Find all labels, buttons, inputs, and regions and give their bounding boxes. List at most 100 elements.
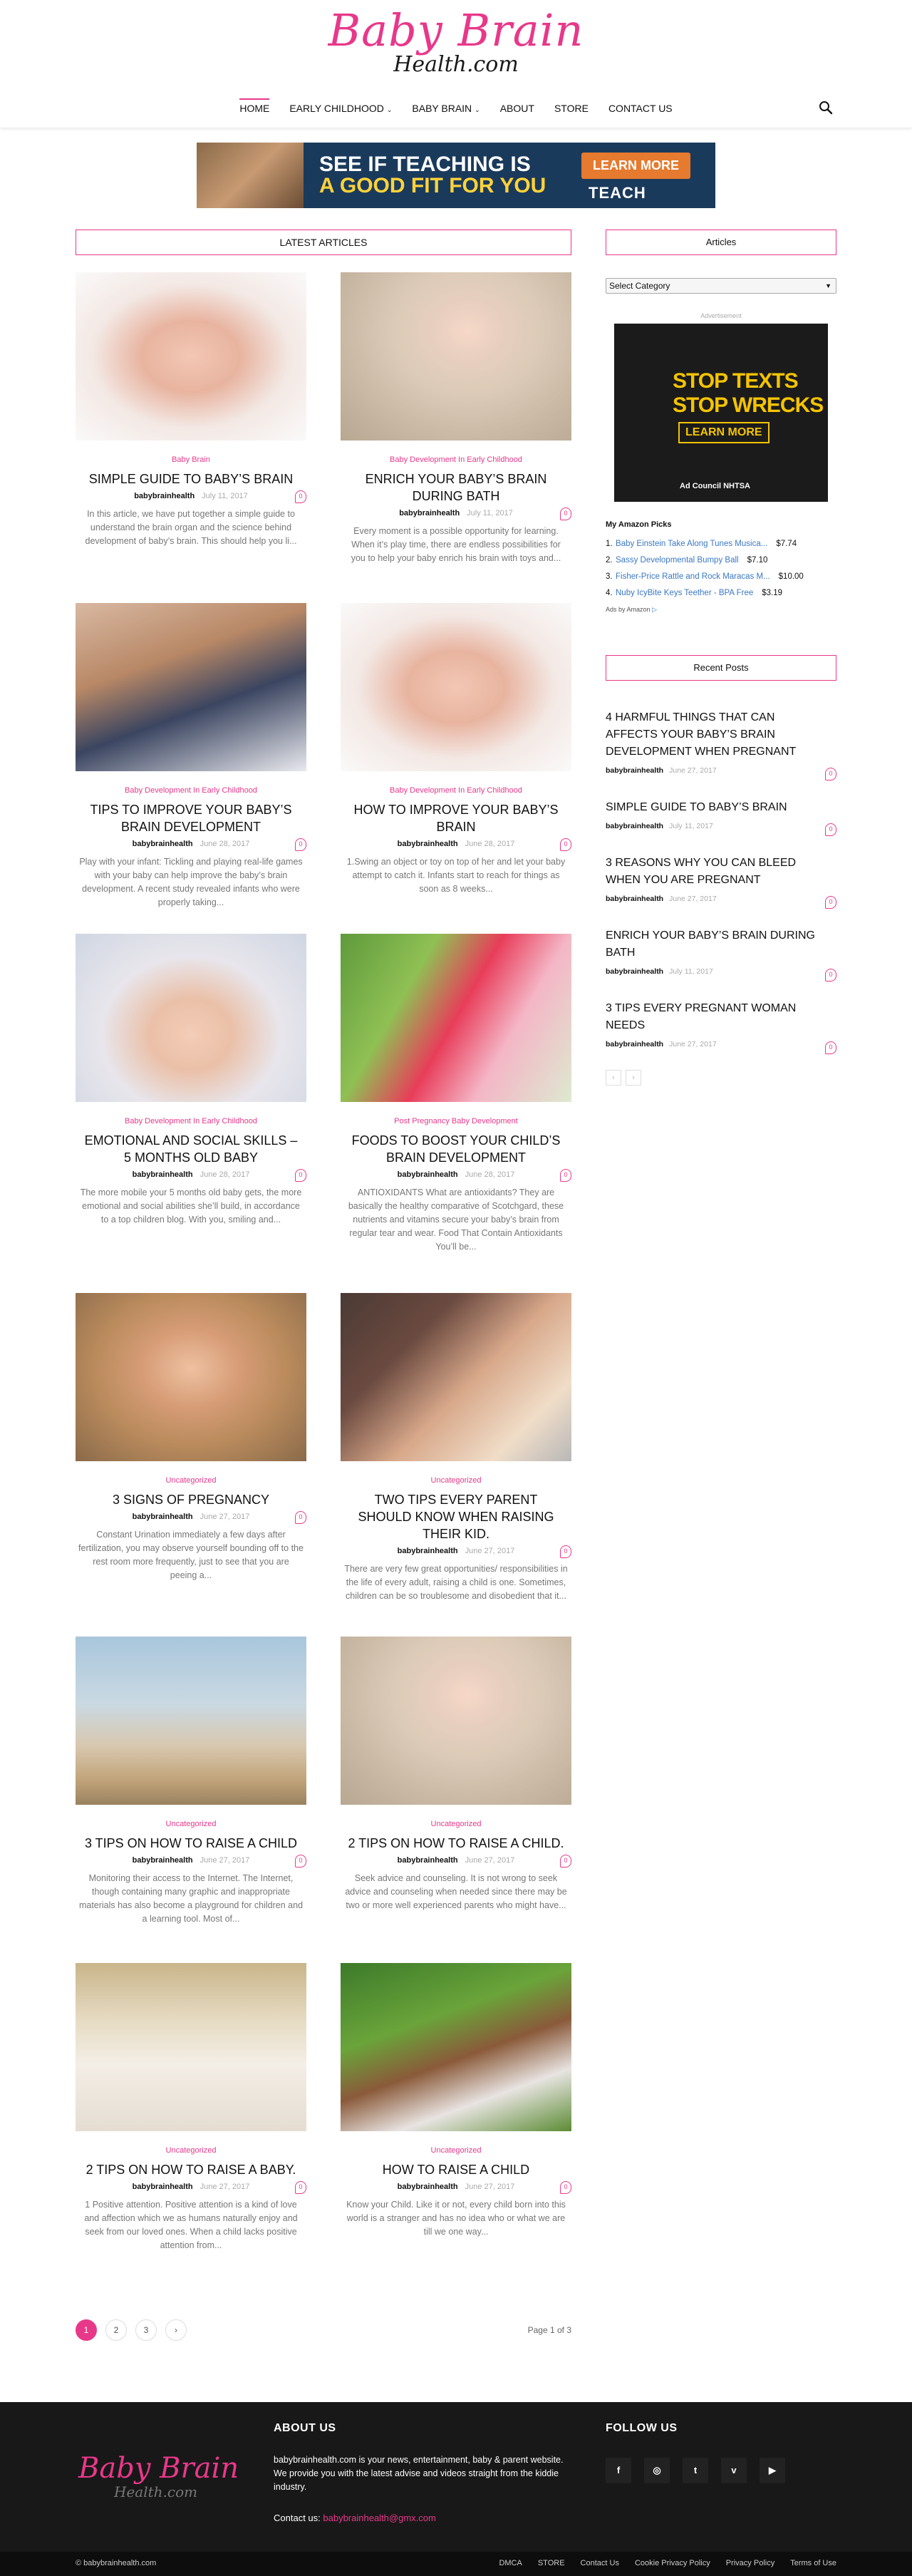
article-card[interactable]: Uncategorized 3 TIPS ON HOW TO RAISE A CH…: [76, 1637, 306, 1926]
footer-logo[interactable]: Baby Brain Health.com: [78, 2452, 239, 2499]
recent-post-author[interactable]: babybrainhealth: [606, 822, 663, 830]
article-title[interactable]: 2 TIPS ON HOW TO RAISE A BABY.: [76, 2161, 306, 2178]
article-thumbnail[interactable]: [76, 272, 306, 441]
article-category[interactable]: Uncategorized: [76, 2145, 306, 2155]
amazon-pick-item[interactable]: 4. Nuby IcyBite Keys Teether - BPA Free $3…: [606, 585, 836, 602]
article-card[interactable]: Uncategorized 3 SIGNS OF PREGNANCY babybra…: [76, 1293, 306, 1582]
footer-link-store[interactable]: STORE: [538, 2559, 565, 2567]
footer-link-contact[interactable]: Contact Us: [581, 2559, 619, 2567]
article-thumbnail[interactable]: [76, 1637, 306, 1805]
category-select[interactable]: Select Category ▼: [606, 278, 836, 294]
article-title[interactable]: ENRICH YOUR BABY’S BRAIN DURING BATH: [341, 470, 571, 505]
article-author[interactable]: babybrainhealth: [133, 1170, 193, 1179]
article-thumbnail[interactable]: [341, 603, 571, 771]
comment-count-icon[interactable]: 0: [295, 1511, 306, 1524]
ads-by-amazon[interactable]: Ads by Amazon ▷: [606, 606, 836, 614]
next-page-button[interactable]: ›: [165, 2319, 187, 2341]
article-thumbnail[interactable]: [76, 1963, 306, 2131]
article-category[interactable]: Baby Development In Early Childhood: [341, 455, 571, 465]
article-thumbnail[interactable]: [76, 934, 306, 1102]
comment-count-icon[interactable]: 0: [825, 896, 836, 909]
page-2-button[interactable]: 2: [105, 2319, 127, 2341]
comment-count-icon[interactable]: 0: [295, 490, 306, 503]
article-author[interactable]: babybrainhealth: [398, 2183, 458, 2191]
footer-link-terms[interactable]: Terms of Use: [790, 2559, 836, 2567]
article-card[interactable]: Post Pregnancy Baby Development FOODS TO …: [341, 934, 571, 1254]
facebook-icon[interactable]: f: [606, 2458, 631, 2483]
recent-next-button[interactable]: ›: [626, 1070, 641, 1086]
amazon-pick-link[interactable]: Sassy Developmental Bumpy Ball: [616, 552, 739, 569]
contact-email-link[interactable]: babybrainhealth@gmx.com: [323, 2513, 435, 2523]
article-category[interactable]: Uncategorized: [341, 2145, 571, 2155]
article-thumbnail[interactable]: [341, 934, 571, 1102]
amazon-pick-link[interactable]: Baby Einstein Take Along Tunes Musica...: [616, 536, 767, 552]
article-title[interactable]: HOW TO IMPROVE YOUR BABY’S BRAIN: [341, 801, 571, 835]
amazon-pick-item[interactable]: 2. Sassy Developmental Bumpy Ball $7.10: [606, 552, 836, 569]
article-card[interactable]: Baby Brain SIMPLE GUIDE TO BABY’S BRAIN ba…: [76, 272, 306, 548]
article-category[interactable]: Uncategorized: [76, 1819, 306, 1829]
nav-store[interactable]: STORE: [544, 98, 598, 123]
banner-ad-cta-button[interactable]: LEARN MORE: [581, 153, 690, 179]
comment-count-icon[interactable]: 0: [825, 969, 836, 982]
recent-post-title[interactable]: SIMPLE GUIDE TO BABY’S BRAIN: [606, 799, 819, 816]
article-author[interactable]: babybrainhealth: [398, 840, 458, 848]
article-thumbnail[interactable]: [76, 1293, 306, 1461]
banner-ad[interactable]: SEE IF TEACHING IS A GOOD FIT FOR YOU LE…: [197, 143, 715, 208]
sidebar-ad[interactable]: STOP TEXTS STOP WRECKS LEARN MORE Ad Cou…: [614, 324, 828, 502]
article-category[interactable]: Uncategorized: [341, 1475, 571, 1485]
vimeo-icon[interactable]: v: [721, 2458, 747, 2483]
comment-count-icon[interactable]: 0: [560, 838, 571, 851]
recent-post-title[interactable]: ENRICH YOUR BABY’S BRAIN DURING BATH: [606, 927, 819, 962]
article-author[interactable]: babybrainhealth: [398, 1547, 458, 1555]
comment-count-icon[interactable]: 0: [295, 838, 306, 851]
recent-post-author[interactable]: babybrainhealth: [606, 967, 663, 976]
twitter-icon[interactable]: t: [683, 2458, 708, 2483]
article-category[interactable]: Uncategorized: [341, 1819, 571, 1829]
article-thumbnail[interactable]: [341, 1293, 571, 1461]
article-thumbnail[interactable]: [76, 603, 306, 771]
nav-contact-us[interactable]: CONTACT US: [598, 98, 683, 123]
youtube-icon[interactable]: ▶: [760, 2458, 785, 2483]
amazon-pick-item[interactable]: 3. Fisher-Price Rattle and Rock Maracas M…: [606, 569, 836, 585]
comment-count-icon[interactable]: 0: [560, 2181, 571, 2194]
article-card[interactable]: Baby Development In Early Childhood TIPS …: [76, 603, 306, 910]
article-author[interactable]: babybrainhealth: [398, 1856, 458, 1865]
amazon-pick-link[interactable]: Nuby IcyBite Keys Teether - BPA Free: [616, 585, 753, 602]
nav-baby-brain[interactable]: BABY BRAIN ⌄: [402, 98, 489, 123]
comment-count-icon[interactable]: 0: [825, 1041, 836, 1054]
nav-home[interactable]: HOME: [229, 98, 279, 123]
article-author[interactable]: babybrainhealth: [133, 1513, 193, 1521]
article-author[interactable]: babybrainhealth: [134, 492, 195, 500]
site-logo[interactable]: Baby Brain Health.com: [0, 6, 912, 76]
article-category[interactable]: Post Pregnancy Baby Development: [341, 1116, 571, 1126]
article-title[interactable]: SIMPLE GUIDE TO BABY’S BRAIN: [76, 470, 306, 488]
article-author[interactable]: babybrainhealth: [133, 840, 193, 848]
nav-about[interactable]: ABOUT: [490, 98, 544, 123]
comment-count-icon[interactable]: 0: [825, 768, 836, 780]
footer-link-cookie-policy[interactable]: Cookie Privacy Policy: [635, 2559, 710, 2567]
article-title[interactable]: FOODS TO BOOST YOUR CHILD’S BRAIN DEVELO…: [341, 1132, 571, 1166]
footer-link-dmca[interactable]: DMCA: [499, 2559, 522, 2567]
comment-count-icon[interactable]: 0: [560, 1545, 571, 1558]
nav-early-childhood[interactable]: EARLY CHILDHOOD ⌄: [279, 98, 402, 123]
article-thumbnail[interactable]: [341, 272, 571, 441]
comment-count-icon[interactable]: 0: [295, 2181, 306, 2194]
sidebar-ad-cta-button[interactable]: LEARN MORE: [678, 422, 770, 443]
footer-link-privacy-policy[interactable]: Privacy Policy: [726, 2559, 774, 2567]
article-category[interactable]: Baby Development In Early Childhood: [76, 1116, 306, 1126]
comment-count-icon[interactable]: 0: [560, 1169, 571, 1182]
comment-count-icon[interactable]: 0: [295, 1169, 306, 1182]
article-category[interactable]: Uncategorized: [76, 1475, 306, 1485]
search-icon[interactable]: [818, 100, 834, 115]
article-author[interactable]: babybrainhealth: [133, 2183, 193, 2191]
article-category[interactable]: Baby Development In Early Childhood: [341, 785, 571, 795]
recent-post-title[interactable]: 4 HARMFUL THINGS THAT CAN AFFECTS YOUR B…: [606, 709, 819, 761]
article-author[interactable]: babybrainhealth: [399, 509, 460, 517]
recent-post-author[interactable]: babybrainhealth: [606, 766, 663, 775]
article-title[interactable]: EMOTIONAL AND SOCIAL SKILLS – 5 MONTHS O…: [76, 1132, 306, 1166]
article-card[interactable]: Uncategorized 2 TIPS ON HOW TO RAISE A CH…: [341, 1637, 571, 1912]
article-card[interactable]: Baby Development In Early Childhood EMOTI…: [76, 934, 306, 1227]
article-author[interactable]: babybrainhealth: [398, 1170, 458, 1179]
comment-count-icon[interactable]: 0: [560, 508, 571, 520]
article-title[interactable]: TWO TIPS EVERY PARENT SHOULD KNOW WHEN R…: [341, 1491, 571, 1542]
